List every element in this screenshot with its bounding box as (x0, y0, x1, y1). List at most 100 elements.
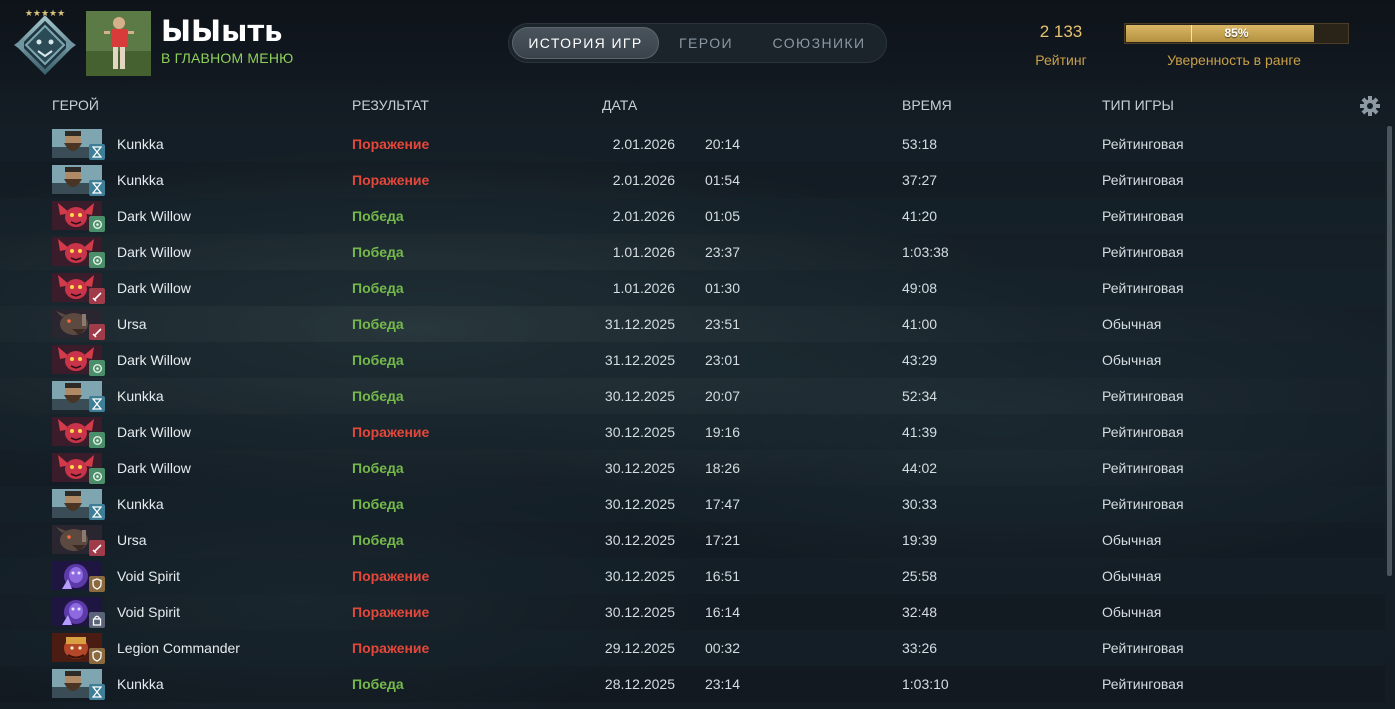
match-start-time: 16:51 (704, 568, 740, 584)
match-row[interactable]: Void Spirit Поражение 30.12.2025 16:14 3… (0, 594, 1385, 630)
match-hero-name: Kunkka (117, 676, 164, 692)
match-date: 29.12.2025 (604, 640, 675, 656)
hourglass-icon (89, 180, 105, 196)
match-hero-name: Ursa (117, 532, 147, 548)
match-start-time: 01:30 (704, 280, 740, 296)
tab-heroes[interactable]: ГЕРОИ (663, 27, 749, 59)
match-duration: 41:00 (902, 316, 938, 332)
match-date: 30.12.2025 (604, 496, 675, 512)
match-start-time: 16:14 (704, 604, 740, 620)
match-hero-name: Void Spirit (117, 604, 181, 620)
match-game-type: Обычная (1102, 316, 1162, 332)
match-game-type: Рейтинговая (1102, 172, 1184, 188)
match-row[interactable]: Kunkka Победа 30.12.2025 17:47 30:33 Рей… (0, 486, 1385, 522)
match-hero-name: Dark Willow (117, 208, 191, 224)
match-hero-name: Dark Willow (117, 460, 191, 476)
sword-icon (89, 540, 105, 556)
scrollbar-thumb[interactable] (1387, 126, 1392, 576)
match-game-type: Рейтинговая (1102, 496, 1184, 512)
match-duration: 41:20 (902, 208, 938, 224)
match-game-type: Рейтинговая (1102, 460, 1184, 476)
player-status: В ГЛАВНОМ МЕНЮ (161, 50, 294, 66)
column-header-date[interactable]: ДАТА (602, 96, 637, 114)
match-game-type: Рейтинговая (1102, 208, 1184, 224)
match-row[interactable]: Ursa Победа 30.12.2025 17:21 19:39 Обычн… (0, 522, 1385, 558)
shield-icon (89, 576, 105, 592)
column-header-game-type[interactable]: ТИП ИГРЫ (1102, 96, 1174, 114)
match-game-type: Рейтинговая (1102, 136, 1184, 152)
match-row[interactable]: Void Spirit Поражение 30.12.2025 16:51 2… (0, 558, 1385, 594)
tab-allies[interactable]: СОЮЗНИКИ (755, 27, 883, 59)
match-date: 28.12.2025 (604, 676, 675, 692)
match-hero-name: Kunkka (117, 172, 164, 188)
match-hero-name: Dark Willow (117, 352, 191, 368)
rank-confidence-label: Уверенность в ранге (1167, 52, 1301, 68)
match-date: 30.12.2025 (604, 604, 675, 620)
match-row[interactable]: Ursa Победа 31.12.2025 23:51 41:00 Обычн… (0, 306, 1385, 342)
sword-icon (89, 288, 105, 304)
match-hero-name: Dark Willow (117, 280, 191, 296)
avatar[interactable] (86, 11, 151, 76)
match-start-time: 01:54 (704, 172, 740, 188)
swirl-icon (89, 252, 105, 268)
match-duration: 30:33 (902, 496, 938, 512)
match-date: 30.12.2025 (604, 532, 675, 548)
match-game-type: Рейтинговая (1102, 676, 1184, 692)
match-row[interactable]: Kunkka Поражение 2.01.2026 20:14 53:18 Р… (0, 126, 1385, 162)
match-result: Поражение (352, 172, 430, 188)
match-start-time: 20:14 (704, 136, 740, 152)
match-result: Победа (352, 676, 404, 692)
match-row[interactable]: Dark Willow Победа 31.12.2025 23:01 43:2… (0, 342, 1385, 378)
match-row[interactable]: Dark Willow Победа 1.01.2026 01:30 49:08… (0, 270, 1385, 306)
match-result: Победа (352, 532, 404, 548)
rank-stars: ★★★★★ (24, 9, 66, 19)
match-game-type: Обычная (1102, 352, 1162, 368)
match-row[interactable]: Dark Willow Поражение 30.12.2025 19:16 4… (0, 414, 1385, 450)
sword-icon (89, 324, 105, 340)
match-duration: 1:03:10 (902, 676, 949, 692)
match-result: Победа (352, 316, 404, 332)
match-start-time: 23:51 (704, 316, 740, 332)
match-result: Победа (352, 496, 404, 512)
match-result: Победа (352, 352, 404, 368)
match-row[interactable]: Kunkka Победа 30.12.2025 20:07 52:34 Рей… (0, 378, 1385, 414)
match-start-time: 01:05 (704, 208, 740, 224)
match-row[interactable]: Dark Willow Победа 2.01.2026 01:05 41:20… (0, 198, 1385, 234)
match-date: 1.01.2026 (612, 244, 675, 260)
match-duration: 49:08 (902, 280, 938, 296)
column-header-hero[interactable]: ГЕРОЙ (52, 96, 99, 114)
rating-label: Рейтинг (1035, 52, 1087, 68)
tab-match-history[interactable]: ИСТОРИЯ ИГР (512, 27, 659, 59)
match-date: 30.12.2025 (604, 568, 675, 584)
match-hero-name: Dark Willow (117, 424, 191, 440)
match-date: 2.01.2026 (612, 172, 675, 188)
rank-medal-icon[interactable] (12, 12, 78, 78)
match-duration: 44:02 (902, 460, 938, 476)
match-start-time: 17:47 (704, 496, 740, 512)
gear-icon[interactable] (1359, 95, 1381, 117)
match-game-type: Рейтинговая (1102, 640, 1184, 656)
swirl-icon (89, 432, 105, 448)
hourglass-icon (89, 144, 105, 160)
match-hero-name: Legion Commander (117, 640, 240, 656)
match-result: Победа (352, 460, 404, 476)
tab-bar: ИСТОРИЯ ИГР ГЕРОИ СОЮЗНИКИ (508, 23, 887, 63)
match-duration: 43:29 (902, 352, 938, 368)
match-row[interactable]: Kunkka Победа 28.12.2025 23:14 1:03:10 Р… (0, 666, 1385, 702)
match-game-type: Обычная (1102, 568, 1162, 584)
match-row[interactable]: Kunkka Поражение 2.01.2026 01:54 37:27 Р… (0, 162, 1385, 198)
match-start-time: 23:37 (704, 244, 740, 260)
match-result: Поражение (352, 640, 430, 656)
match-row[interactable]: Legion Commander Поражение 29.12.2025 00… (0, 630, 1385, 666)
match-game-type: Рейтинговая (1102, 280, 1184, 296)
column-header-result[interactable]: РЕЗУЛЬТАТ (352, 96, 429, 114)
column-header-duration[interactable]: ВРЕМЯ (902, 96, 952, 114)
match-row[interactable]: Dark Willow Победа 30.12.2025 18:26 44:0… (0, 450, 1385, 486)
match-duration: 53:18 (902, 136, 938, 152)
match-duration: 1:03:38 (902, 244, 949, 260)
profile-header: ★★★★★ ЫЫыть В ГЛАВНОМ МЕНЮ ИСТОРИЯ ИГР Г… (0, 0, 1395, 86)
match-hero-name: Ursa (117, 316, 147, 332)
swirl-icon (89, 468, 105, 484)
match-row[interactable]: Dark Willow Победа 1.01.2026 23:37 1:03:… (0, 234, 1385, 270)
match-result: Победа (352, 244, 404, 260)
